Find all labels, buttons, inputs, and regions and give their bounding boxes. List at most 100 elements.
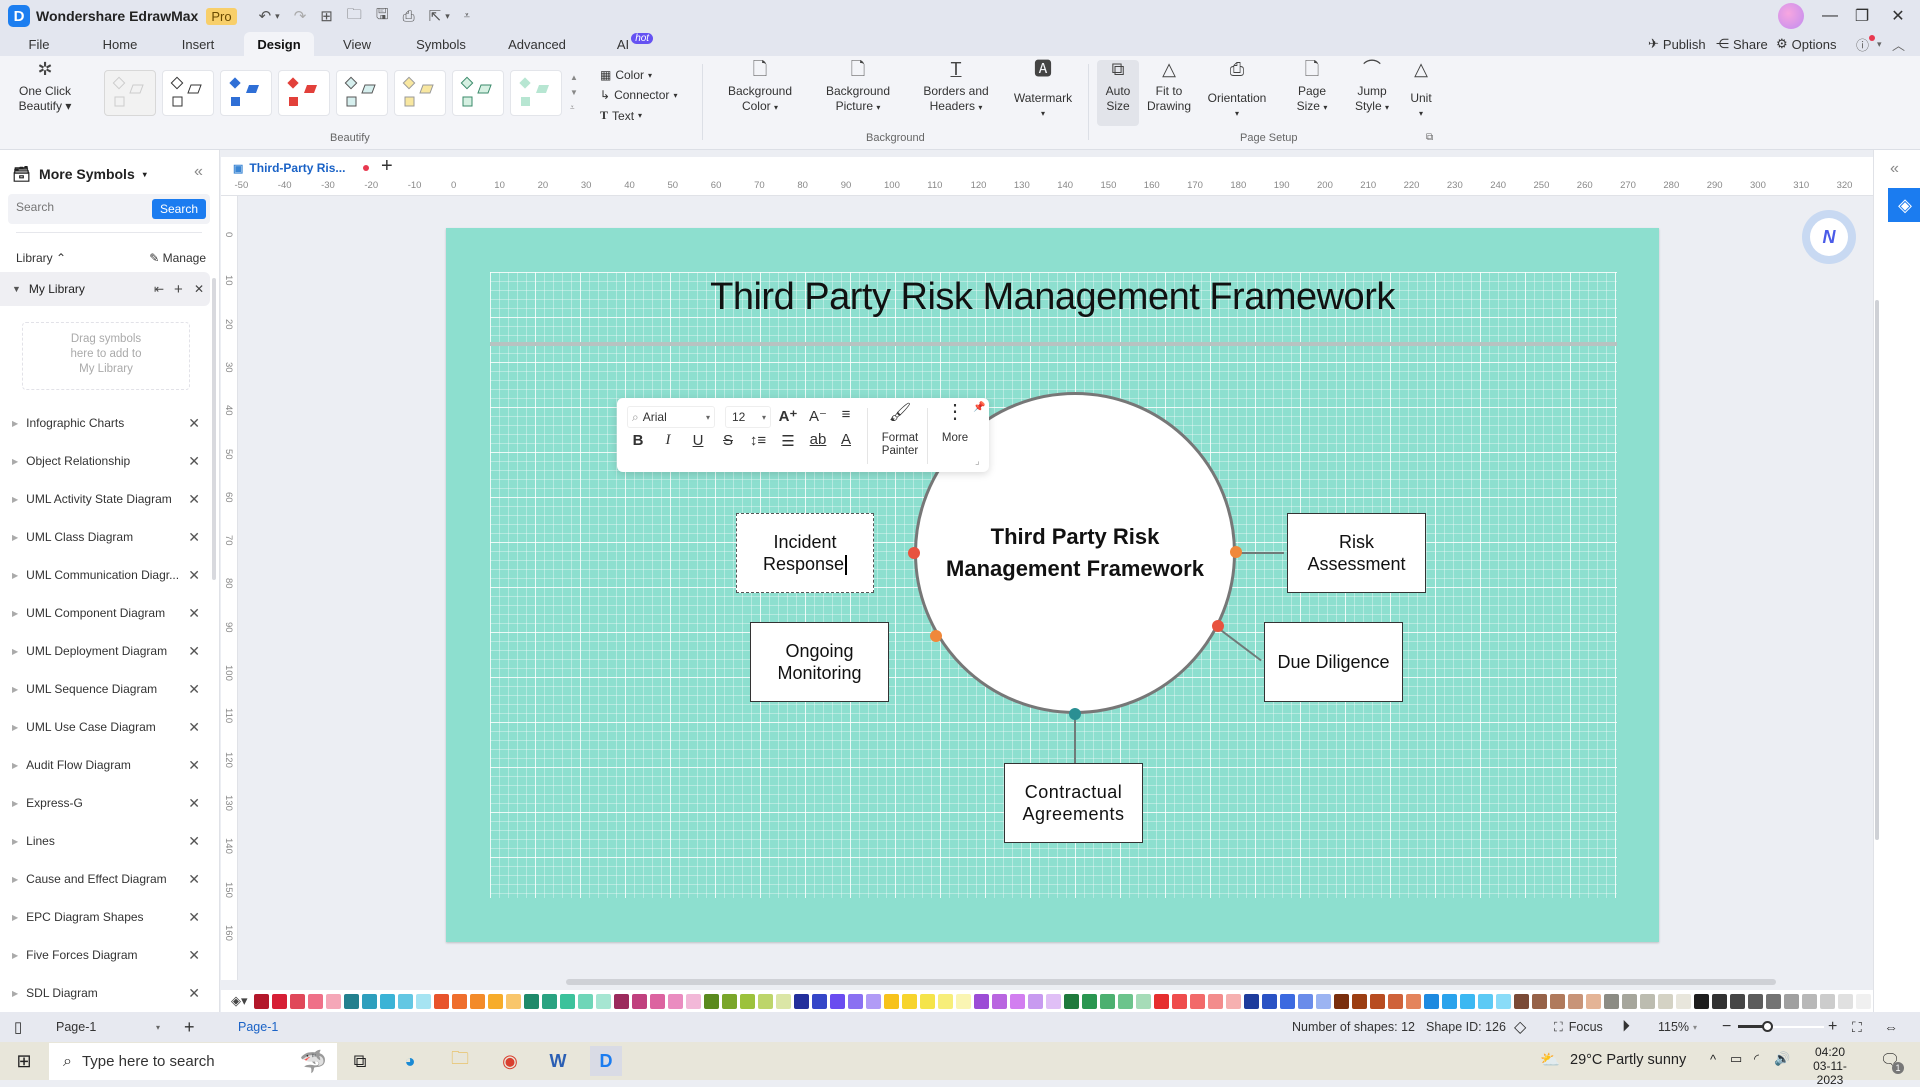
vertical-scrollbar[interactable] <box>1875 300 1879 840</box>
close-icon[interactable]: ✕ <box>188 681 200 698</box>
color-swatch[interactable] <box>1081 993 1097 1009</box>
connector-button[interactable]: ↳ Connector ▾ <box>600 88 677 102</box>
color-swatch[interactable] <box>685 993 701 1009</box>
color-swatch[interactable] <box>1063 993 1079 1009</box>
symbol-search-input[interactable] <box>16 200 146 214</box>
customize-toolbar-icon[interactable]: ⩡ <box>464 10 470 23</box>
clock[interactable]: 04:20 03-11-2023 <box>1800 1045 1860 1087</box>
symbol-search-button[interactable]: Search <box>151 199 206 219</box>
color-swatch[interactable] <box>1027 993 1043 1009</box>
library-item[interactable]: ▶ UML Class Diagram ✕ <box>0 522 210 552</box>
library-item[interactable]: ▶ UML Use Case Diagram ✕ <box>0 712 210 742</box>
connection-point[interactable] <box>1069 708 1081 720</box>
tab-advanced[interactable]: Advanced <box>500 32 574 56</box>
color-swatch[interactable] <box>1135 993 1151 1009</box>
open-folder-icon[interactable]: 🗀 <box>347 4 362 29</box>
weather-text[interactable]: 29°C Partly sunny <box>1570 1052 1686 1068</box>
color-swatch[interactable] <box>1513 993 1529 1009</box>
export-dropdown-icon[interactable]: ▾ <box>445 11 450 22</box>
color-swatch[interactable] <box>1711 993 1727 1009</box>
meet-icon[interactable]: ▭ <box>1730 1051 1742 1067</box>
color-swatch[interactable] <box>325 993 341 1009</box>
increase-font-icon[interactable]: A⁺ <box>777 407 799 425</box>
close-button[interactable]: ✕ <box>1876 0 1920 32</box>
color-swatch[interactable] <box>577 993 593 1009</box>
close-icon[interactable]: ✕ <box>188 491 200 508</box>
color-swatch[interactable] <box>1243 993 1259 1009</box>
color-swatch[interactable] <box>487 993 503 1009</box>
close-icon[interactable]: ✕ <box>188 719 200 736</box>
horizontal-scrollbar[interactable] <box>566 979 1776 985</box>
library-item[interactable]: ▶ Express-G ✕ <box>0 788 210 818</box>
library-item[interactable]: ▶ Object Relationship ✕ <box>0 446 210 476</box>
color-swatch[interactable] <box>955 993 971 1009</box>
color-swatch[interactable] <box>649 993 665 1009</box>
color-swatch[interactable] <box>253 993 269 1009</box>
color-swatch[interactable] <box>937 993 953 1009</box>
connection-point[interactable] <box>1230 546 1242 558</box>
color-swatch[interactable] <box>721 993 737 1009</box>
italic-icon[interactable]: I <box>657 432 679 449</box>
color-swatch[interactable] <box>343 993 359 1009</box>
weather-icon[interactable]: ⛅ <box>1540 1050 1560 1070</box>
align-icon[interactable]: ≡ <box>835 406 857 423</box>
color-swatch[interactable] <box>1783 993 1799 1009</box>
color-swatch[interactable] <box>1009 993 1025 1009</box>
auto-size-button[interactable]: ⧉ Auto Size <box>1097 60 1139 126</box>
color-swatch[interactable] <box>1153 993 1169 1009</box>
options-button[interactable]: ⚙ Options <box>1776 32 1836 56</box>
print-icon[interactable]: ⎙ <box>403 8 415 25</box>
color-swatch[interactable] <box>1459 993 1475 1009</box>
color-swatch[interactable] <box>757 993 773 1009</box>
wifi-icon[interactable]: ◜ <box>1754 1051 1759 1067</box>
text-highlight-icon[interactable]: ab <box>807 431 829 448</box>
play-icon[interactable]: ⏵ <box>1622 1012 1630 1042</box>
word-icon[interactable]: W <box>542 1046 574 1076</box>
background-color-button[interactable]: 🗋 Background Color ▾ <box>720 60 800 115</box>
task-view-icon[interactable]: ⧉ <box>344 1046 376 1076</box>
color-swatch[interactable] <box>1369 993 1385 1009</box>
close-icon[interactable]: ✕ <box>188 909 200 926</box>
color-swatch[interactable] <box>865 993 881 1009</box>
connector-contractual[interactable] <box>1074 715 1076 763</box>
fullscreen-icon[interactable]: ⛶ <box>1852 1012 1862 1042</box>
beautify-theme-6[interactable] <box>394 70 446 116</box>
text-button[interactable]: T Text ▾ <box>600 108 642 123</box>
color-swatch[interactable] <box>703 993 719 1009</box>
library-item[interactable]: ▶ UML Activity State Diagram ✕ <box>0 484 210 514</box>
file-explorer-icon[interactable]: 🗀 <box>444 1046 476 1076</box>
color-swatch[interactable] <box>1729 993 1745 1009</box>
save-icon[interactable]: 🖫 <box>376 4 389 29</box>
tab-design[interactable]: Design <box>244 32 314 56</box>
library-item[interactable]: ▶ SDL Diagram ✕ <box>0 978 210 1008</box>
underline-icon[interactable]: U <box>687 432 709 449</box>
show-hidden-icons[interactable]: ^ <box>1710 1052 1716 1067</box>
color-swatch[interactable] <box>415 993 431 1009</box>
color-swatch[interactable] <box>1675 993 1691 1009</box>
color-swatch[interactable] <box>1117 993 1133 1009</box>
color-swatch[interactable] <box>451 993 467 1009</box>
theme-scroll-controls[interactable]: ▲ ▼ ⩡ <box>570 70 578 115</box>
tab-ai[interactable]: AI hot <box>610 32 660 56</box>
library-item[interactable]: ▶ UML Component Diagram ✕ <box>0 598 210 628</box>
tab-symbols[interactable]: Symbols <box>410 32 472 56</box>
document-tab[interactable]: ▣ Third-Party Ris... <box>233 157 370 179</box>
resize-grip-icon[interactable]: ⌟ <box>975 456 980 467</box>
library-item[interactable]: ▶ UML Communication Diagr... ✕ <box>0 560 210 590</box>
zoom-out-button[interactable]: − <box>1722 1012 1731 1042</box>
strikethrough-icon[interactable]: S <box>717 432 739 449</box>
windows-start-icon[interactable]: ⊞ <box>8 1046 40 1076</box>
close-icon[interactable]: ✕ <box>188 871 200 888</box>
color-swatch[interactable] <box>1621 993 1637 1009</box>
close-icon[interactable]: ✕ <box>188 795 200 812</box>
new-tab-button[interactable]: + <box>381 155 393 178</box>
close-icon[interactable]: ✕ <box>194 282 204 296</box>
color-swatch[interactable] <box>1585 993 1601 1009</box>
color-swatch[interactable] <box>541 993 557 1009</box>
color-swatch[interactable] <box>901 993 917 1009</box>
color-swatch[interactable] <box>883 993 899 1009</box>
watermark-button[interactable]: 🅰 Watermark ▾ <box>1008 60 1078 121</box>
color-swatch[interactable] <box>1333 993 1349 1009</box>
beautify-theme-3[interactable] <box>220 70 272 116</box>
color-swatch[interactable] <box>1405 993 1421 1009</box>
